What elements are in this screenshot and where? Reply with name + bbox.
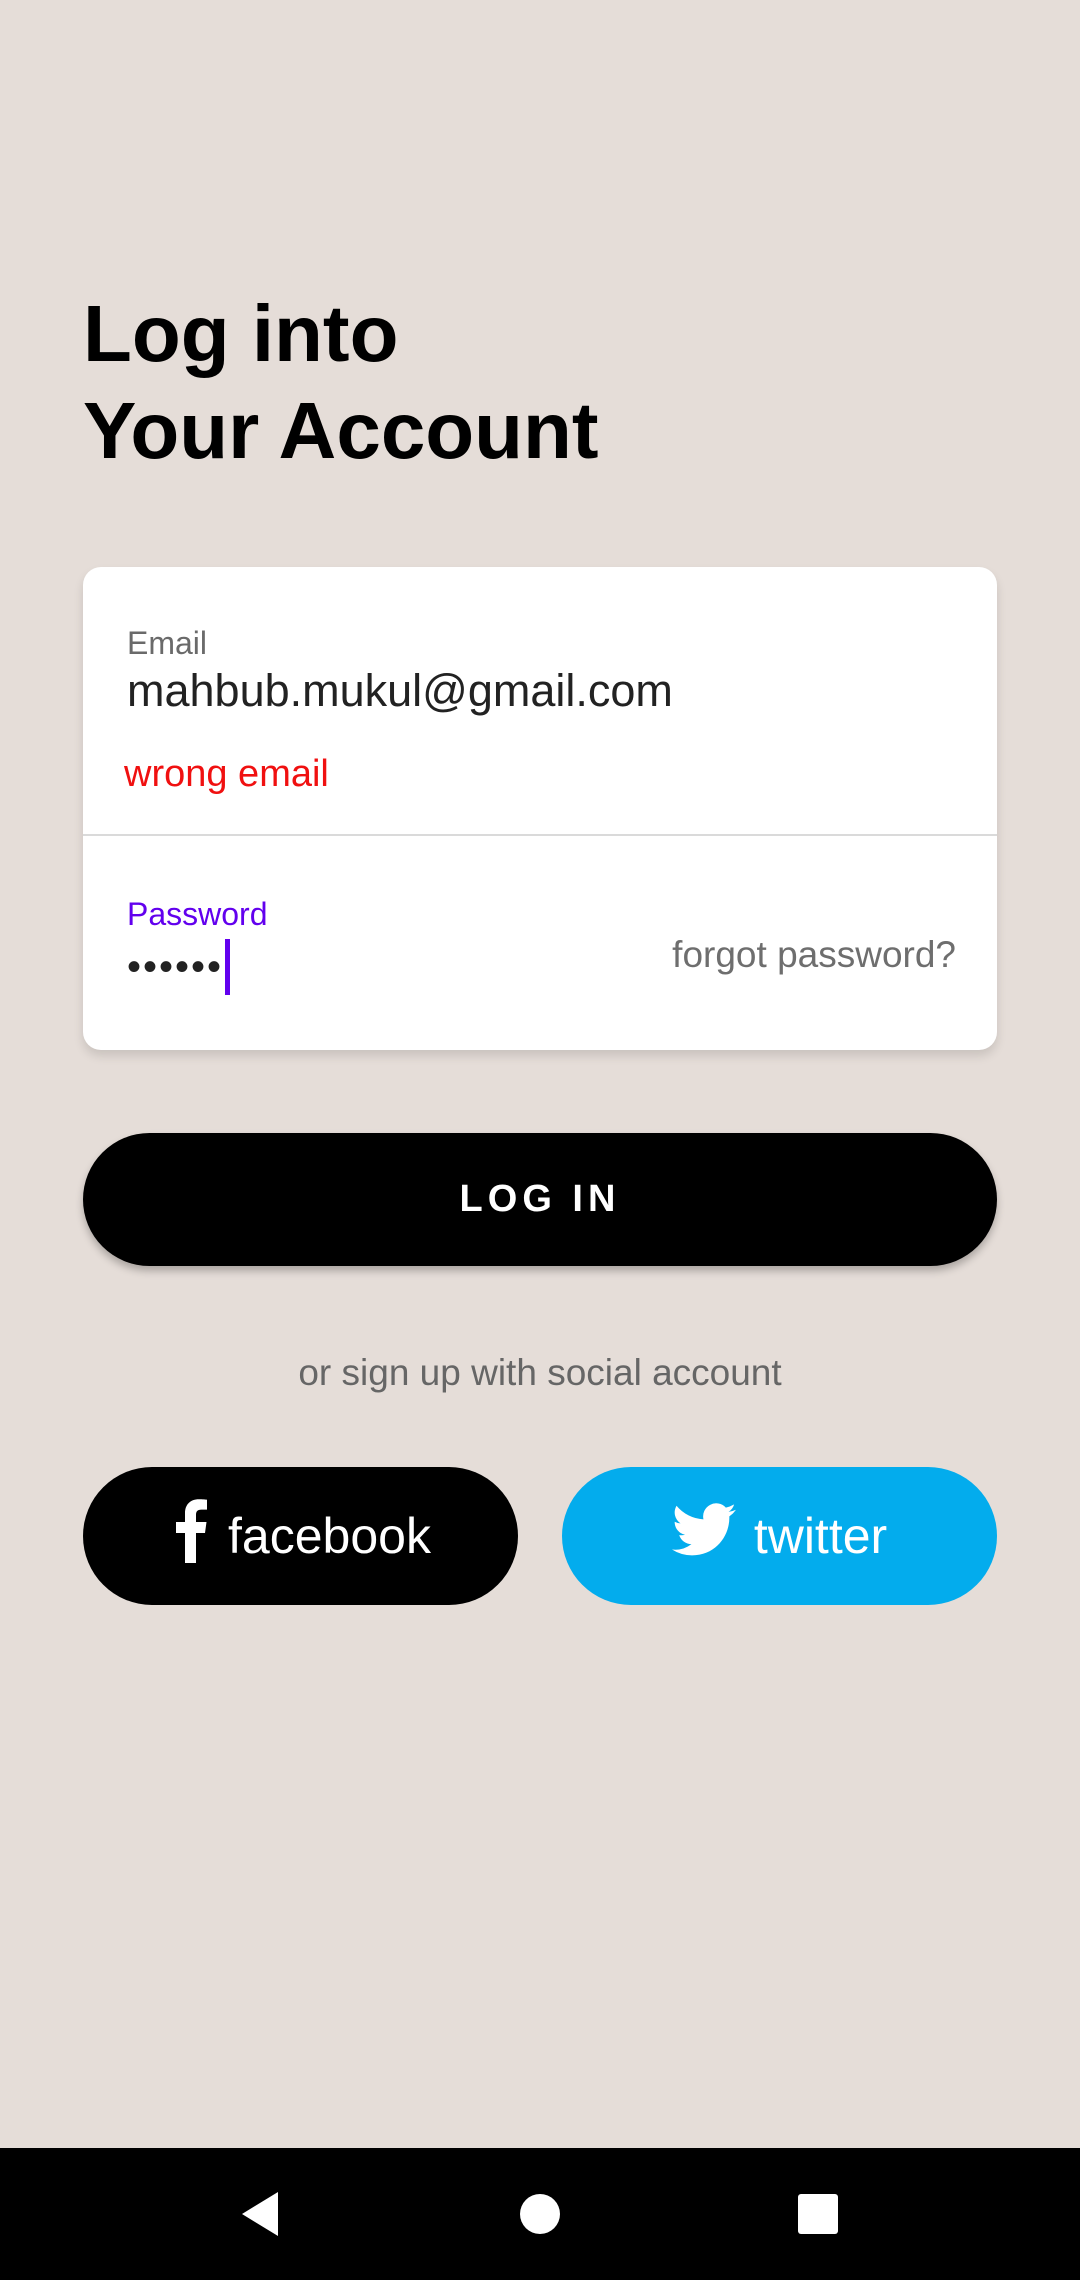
back-icon[interactable] xyxy=(190,2148,330,2280)
system-navigation-bar xyxy=(0,2148,1080,2280)
password-dots: •••••• xyxy=(127,944,224,989)
text-caret xyxy=(225,939,231,995)
twitter-button[interactable]: twitter xyxy=(562,1467,997,1605)
page-title: Log into Your Account xyxy=(83,285,599,479)
twitter-icon xyxy=(671,1503,754,1569)
forgot-password-link[interactable]: forgot password? xyxy=(672,934,956,976)
email-value[interactable]: mahbub.mukul@gmail.com xyxy=(127,665,673,717)
email-label: Email xyxy=(127,625,208,661)
title-line-1: Log into xyxy=(83,289,399,378)
social-signup-hint: or sign up with social account xyxy=(298,1352,782,1393)
facebook-button[interactable]: facebook xyxy=(83,1467,518,1605)
password-value[interactable]: •••••• xyxy=(127,939,231,995)
title-line-2: Your Account xyxy=(83,386,599,475)
login-screen: Log into Your Account Email mahbub.mukul… xyxy=(0,0,1080,2280)
recent-apps-icon[interactable] xyxy=(748,2148,888,2280)
email-error-text: wrong email xyxy=(124,753,329,795)
email-field[interactable]: Email mahbub.mukul@gmail.com wrong email xyxy=(83,567,997,835)
login-button[interactable]: LOG IN xyxy=(83,1133,997,1266)
login-form-card: Email mahbub.mukul@gmail.com wrong email… xyxy=(83,567,997,1050)
facebook-label: facebook xyxy=(228,1508,431,1564)
password-field[interactable]: Password •••••• forgot password? xyxy=(83,836,997,1050)
password-label: Password xyxy=(127,896,268,932)
home-icon[interactable] xyxy=(470,2148,610,2280)
facebook-icon xyxy=(170,1497,228,1575)
twitter-label: twitter xyxy=(753,1508,888,1564)
